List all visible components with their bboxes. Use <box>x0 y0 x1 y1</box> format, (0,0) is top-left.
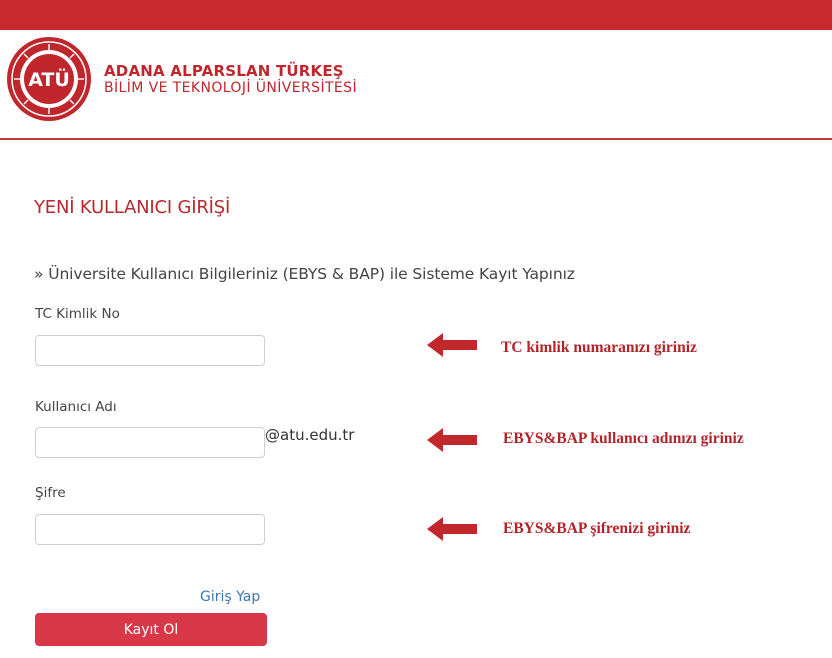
tc-label: TC Kimlik No <box>35 306 120 322</box>
page-title: YENİ KULLANICI GİRİŞİ <box>34 197 231 218</box>
password-input[interactable] <box>35 514 265 545</box>
email-domain-suffix: @atu.edu.tr <box>265 426 355 444</box>
arrow-left-icon <box>427 333 477 357</box>
university-name: ADANA ALPARSLAN TÜRKEŞ BİLİM VE TEKNOLOJ… <box>104 62 357 97</box>
university-name-line1: ADANA ALPARSLAN TÜRKEŞ <box>104 62 344 80</box>
username-annotation: EBYS&BAP kullanıcı adınızı giriniz <box>503 430 744 447</box>
arrow-left-icon <box>427 517 477 541</box>
password-annotation: EBYS&BAP şifrenizi giriniz <box>503 520 691 537</box>
top-bar <box>0 0 832 30</box>
tc-input[interactable] <box>35 335 265 366</box>
logo-text: ATÜ <box>28 67 70 91</box>
username-label: Kullanıcı Adı <box>35 399 117 415</box>
site-header: ATÜ ADANA ALPARSLAN TÜRKEŞ BİLİM VE TEKN… <box>0 30 832 140</box>
register-button[interactable]: Kayıt Ol <box>35 613 267 646</box>
university-name-line2: BİLİM VE TEKNOLOJİ ÜNİVERSİTESİ <box>104 80 357 96</box>
tc-annotation: TC kimlik numaranızı giriniz <box>501 339 697 356</box>
password-label: Şifre <box>35 485 66 501</box>
university-logo-icon[interactable]: ATÜ <box>6 36 92 122</box>
username-input[interactable] <box>35 427 265 458</box>
arrow-left-icon <box>427 428 477 452</box>
login-link[interactable]: Giriş Yap <box>200 589 260 605</box>
page-subtitle: » Üniversite Kullanıcı Bilgileriniz (EBY… <box>34 265 575 283</box>
